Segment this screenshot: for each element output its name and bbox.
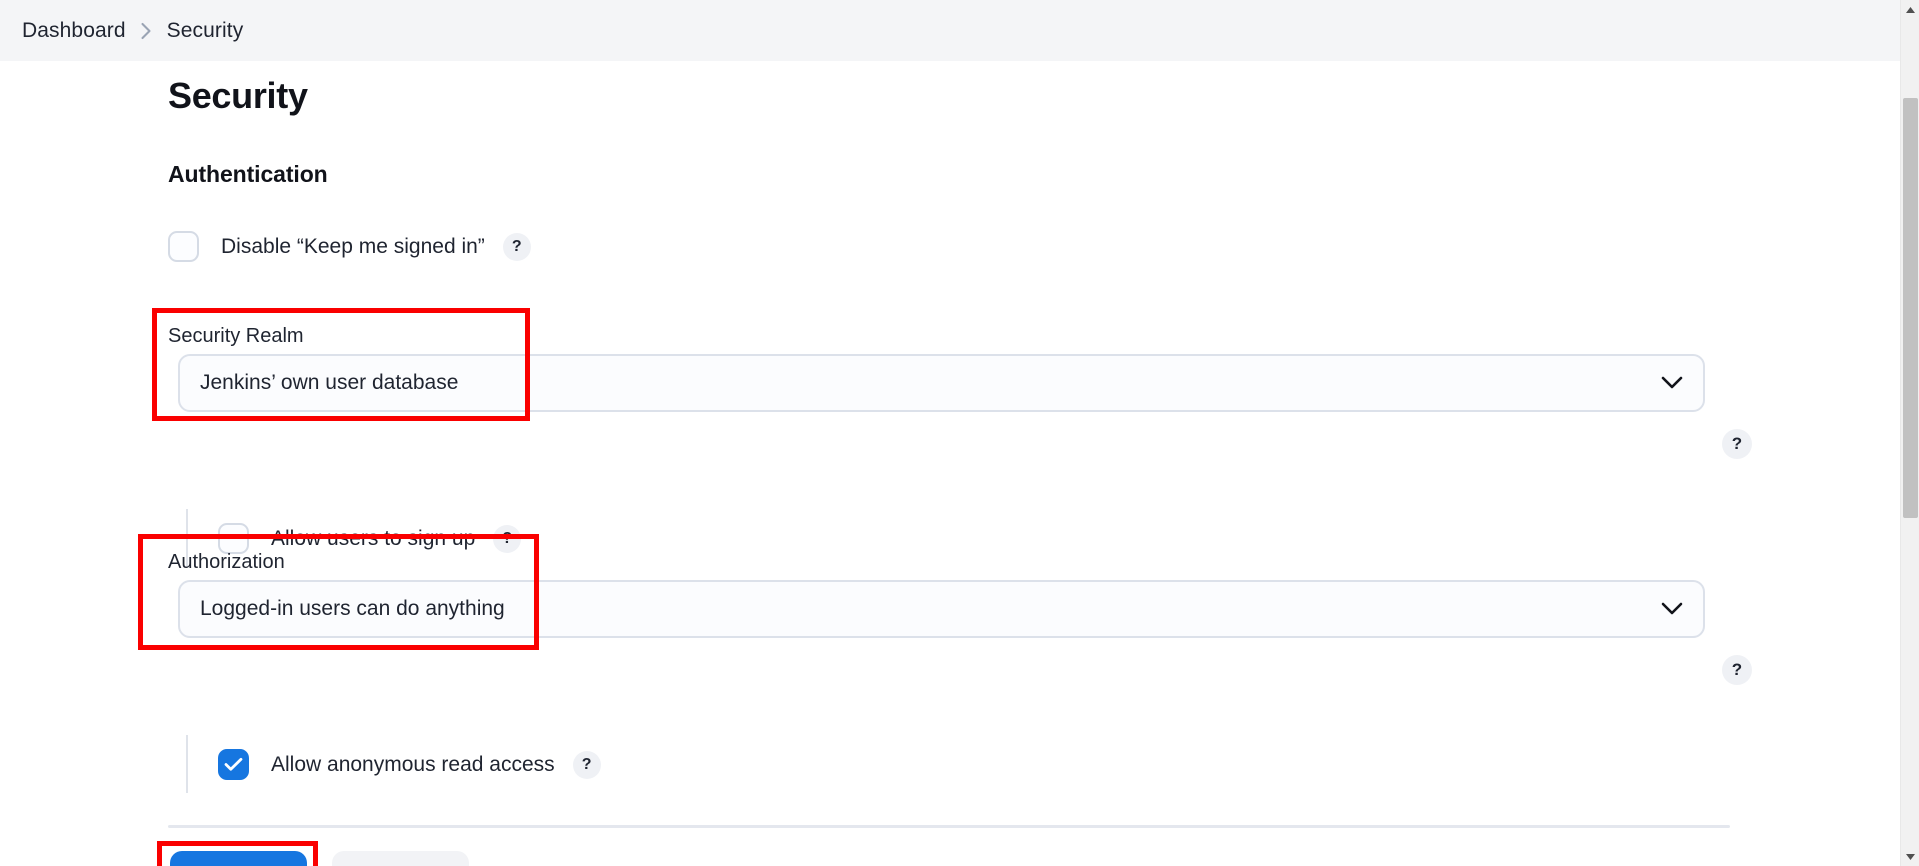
indent-guide-anonymous-read [186,735,188,793]
page-title: Security [168,75,308,116]
select-security-realm[interactable]: Jenkins’ own user database [178,354,1705,412]
select-value-authorization: Logged-in users can do anything [200,597,505,620]
help-icon-allow-anonymous-read[interactable]: ? [572,750,601,779]
help-icon-allow-sign-up[interactable]: ? [493,524,522,553]
help-icon-authorization[interactable]: ? [1722,655,1752,685]
vertical-scrollbar[interactable] [1900,0,1919,866]
checkbox-allow-anonymous-read[interactable] [218,749,249,780]
checkbox-row-disable-keep-signed-in: Disable “Keep me signed in” ? [168,231,531,262]
help-icon-security-realm[interactable]: ? [1722,429,1752,459]
breadcrumb-item-dashboard[interactable]: Dashboard [22,19,126,43]
scroll-up-arrow-icon[interactable] [1901,0,1919,19]
checkbox-row-allow-sign-up: Allow users to sign up ? [218,523,522,554]
chevron-right-icon [140,22,153,40]
help-icon-disable-keep-signed-in[interactable]: ? [502,232,531,261]
field-label-authorization: Authorization [168,551,285,573]
chevron-down-icon-security-realm [1661,376,1683,390]
breadcrumb: Dashboard Security [0,0,1900,61]
select-authorization[interactable]: Logged-in users can do anything [178,580,1705,638]
page-content: Security Authentication Disable “Keep me… [0,61,1900,866]
checkbox-row-allow-anonymous-read: Allow anonymous read access ? [218,749,601,780]
breadcrumb-item-security[interactable]: Security [167,19,244,43]
field-label-security-realm: Security Realm [168,325,304,347]
select-value-security-realm: Jenkins’ own user database [200,371,459,394]
form-divider [168,825,1730,828]
checkbox-allow-sign-up[interactable] [218,523,249,554]
section-title-authentication: Authentication [168,161,328,187]
apply-button[interactable]: Apply [332,851,469,866]
save-button[interactable]: Save [170,851,307,866]
checkbox-disable-keep-signed-in[interactable] [168,231,199,262]
app-root: Dashboard Security Security Authenticati… [0,0,1919,866]
scrollbar-thumb[interactable] [1903,98,1918,518]
checkbox-label-allow-sign-up: Allow users to sign up [271,526,476,550]
scroll-down-arrow-icon[interactable] [1901,847,1919,866]
chevron-down-icon-authorization [1661,602,1683,616]
checkbox-label-allow-anonymous-read: Allow anonymous read access [271,752,555,776]
checkbox-label-disable-keep-signed-in: Disable “Keep me signed in” [221,234,485,258]
